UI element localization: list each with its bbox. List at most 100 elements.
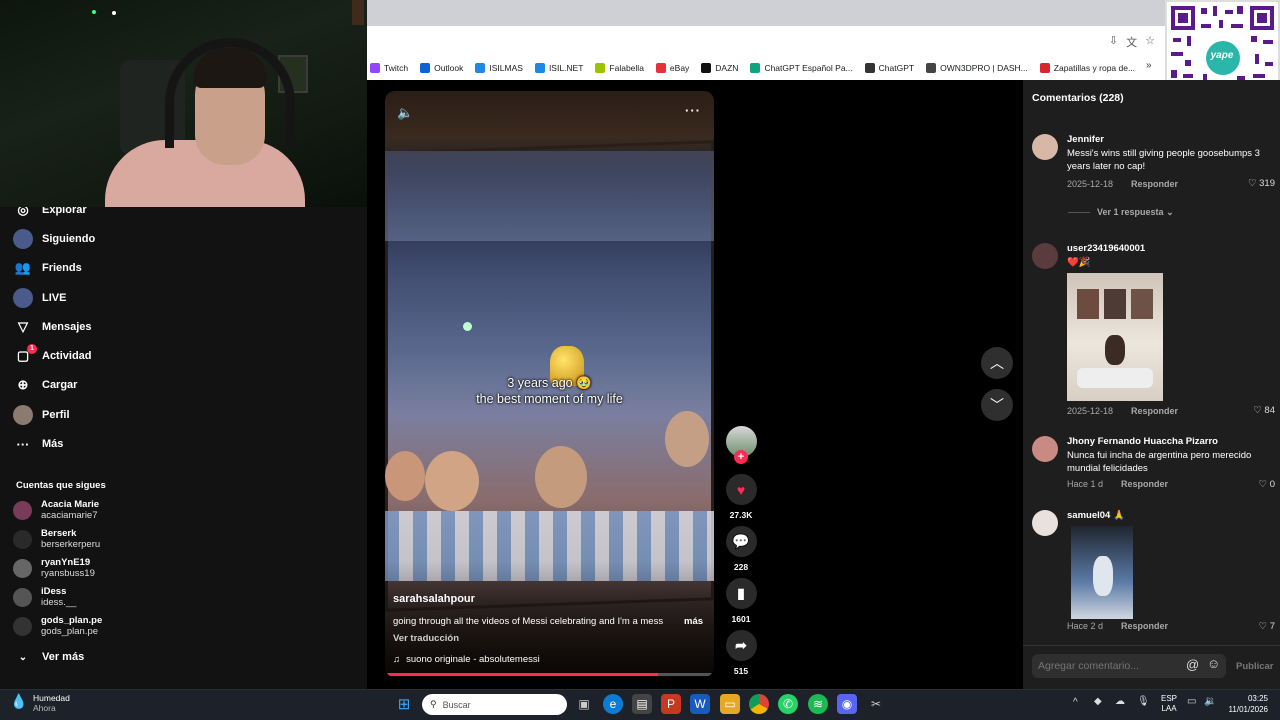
sidebar-item-label: LIVE	[42, 292, 67, 304]
publish-button[interactable]: Publicar	[1236, 661, 1274, 672]
weather-drop-icon[interactable]: 💧	[10, 693, 27, 710]
commenter-name[interactable]: user23419640001	[1067, 243, 1145, 254]
bookmark-star-icon[interactable]: ☆	[1145, 34, 1155, 50]
taskbar-search[interactable]: ⚲ Buscar	[422, 694, 567, 715]
comment-image[interactable]	[1071, 526, 1133, 619]
previous-video-button[interactable]: ︿	[981, 347, 1013, 379]
reply-button[interactable]: Responder	[1121, 621, 1168, 631]
task-view-icon[interactable]: ▣	[574, 694, 594, 714]
bookmark-item[interactable]: Falabella	[595, 63, 644, 73]
next-video-button[interactable]: ﹀	[981, 389, 1013, 421]
bookmark-item[interactable]: ISILMAS	[475, 63, 523, 73]
more-icon: ···	[16, 436, 30, 452]
reply-button[interactable]: Responder	[1121, 479, 1168, 489]
bookmark-item[interactable]: ChatGPT Español Pa...	[750, 63, 853, 73]
commenter-avatar[interactable]	[1032, 510, 1058, 536]
follow-plus-icon[interactable]: +	[734, 450, 748, 464]
clock[interactable]: 03:25 11/01/2026	[1222, 693, 1268, 715]
view-replies-button[interactable]: Ver 1 respuesta ⌄	[1097, 207, 1174, 218]
reply-button[interactable]: Responder	[1131, 406, 1178, 416]
bookmark-item[interactable]: ISIL.NET	[534, 63, 583, 73]
store-icon[interactable]: ▤	[632, 694, 652, 714]
comment-image[interactable]	[1067, 273, 1163, 401]
edge-icon[interactable]: e	[603, 694, 623, 714]
mention-icon[interactable]: @	[1186, 657, 1199, 672]
video-progress-track[interactable]	[385, 673, 714, 676]
windows-start-icon[interactable]: ⊞	[394, 694, 414, 714]
whatsapp-icon[interactable]: ✆	[778, 694, 798, 714]
comment-like-button[interactable]: ♡ 7	[1259, 621, 1275, 632]
commenter-avatar[interactable]	[1032, 436, 1058, 462]
install-icon[interactable]: ⇩	[1109, 34, 1118, 50]
sidebar-item-friends[interactable]: 👥 Friends	[13, 258, 82, 278]
sound-info[interactable]: ♫ suono originale - absolutemessi	[393, 654, 540, 665]
bookmark-item[interactable]: eBay	[655, 63, 689, 73]
sidebar-item-mensajes[interactable]: ▽ Mensajes	[13, 317, 92, 337]
sidebar-item-ms[interactable]: ··· Más	[13, 434, 64, 454]
tray-expand-icon[interactable]: ^	[1073, 697, 1078, 708]
comment-like-button[interactable]: ♡ 0	[1259, 479, 1275, 490]
snipping-tool-icon[interactable]: ✂	[866, 694, 886, 714]
following-name: iDess	[41, 586, 67, 597]
weather-widget[interactable]: Humedad Ahora	[33, 693, 70, 713]
following-account[interactable]: Acacia Marie acaciamarie7	[13, 499, 99, 521]
comments-title: Comentarios	[1032, 92, 1097, 104]
bookmark-item[interactable]: Zapatillas y ropa de...	[1039, 63, 1135, 73]
volume-tray-icon[interactable]: 🔉	[1204, 696, 1216, 707]
following-name: gods_plan.pe	[41, 615, 103, 626]
following-avatar	[13, 616, 32, 636]
onedrive-icon[interactable]: ☁	[1115, 696, 1125, 707]
emoji-icon[interactable]: ☺	[1207, 656, 1220, 671]
more-options-icon[interactable]: ···	[685, 103, 701, 118]
bookmark-label: Twitch	[384, 63, 409, 73]
bookmark-item[interactable]: Outlook	[420, 63, 463, 73]
video-player[interactable]: 3 years ago 🥹 the best moment of my life…	[385, 91, 714, 677]
tray-app-icon[interactable]: ◆	[1094, 696, 1102, 707]
volume-icon[interactable]: 🔈	[397, 105, 413, 121]
commenter-name[interactable]: Jhony Fernando Huaccha Pizarro	[1067, 436, 1218, 447]
bookmark-item[interactable]: Twitch	[370, 63, 408, 73]
comment-button[interactable]: 💬 228	[724, 526, 758, 572]
commenter-avatar[interactable]	[1032, 243, 1058, 269]
commenter-avatar[interactable]	[1032, 134, 1058, 160]
comment-like-button[interactable]: ♡ 319	[1248, 178, 1275, 189]
see-more-button[interactable]: ⌄ Ver más	[13, 647, 84, 667]
commenter-name[interactable]: samuel04 🙏	[1067, 510, 1125, 521]
network-icon[interactable]: ▭	[1187, 696, 1196, 707]
sidebar-item-actividad[interactable]: ▢ Actividad 1	[13, 344, 92, 366]
following-account[interactable]: ryanYnE19 ryansbuss19	[13, 557, 95, 579]
following-account[interactable]: Berserk berserkerperu	[13, 528, 100, 550]
discord-icon[interactable]: ◉	[837, 694, 857, 714]
creator-avatar-button[interactable]: +	[724, 426, 758, 464]
chrome-icon[interactable]	[749, 694, 769, 714]
like-button[interactable]: ♥ 27.3K	[724, 474, 758, 520]
following-account[interactable]: gods_plan.pe gods_plan.pe	[13, 615, 102, 637]
word-icon[interactable]: W	[690, 694, 710, 714]
bookmark-item[interactable]: DAZN	[701, 63, 738, 73]
comment-like-button[interactable]: ♡ 84	[1253, 405, 1275, 416]
following-account[interactable]: iDess idess.__	[13, 586, 76, 608]
heart-icon: ♥	[725, 474, 757, 505]
commenter-name[interactable]: Jennifer	[1067, 134, 1104, 145]
translate-icon[interactable]: 文	[1126, 34, 1137, 50]
file-explorer-icon[interactable]: ▭	[720, 694, 740, 714]
save-count: 1601	[731, 614, 751, 624]
translate-link[interactable]: Ver traducción	[393, 633, 459, 644]
view-replies-label: Ver 1 respuesta	[1097, 207, 1164, 217]
powerpoint-icon[interactable]: P	[661, 694, 681, 714]
video-author[interactable]: sarahsalahpour	[393, 593, 475, 605]
description-more-button[interactable]: más	[684, 616, 703, 627]
spotify-icon[interactable]: ≋	[808, 694, 828, 714]
save-button[interactable]: ▮ 1601	[724, 578, 758, 624]
sidebar-item-cargar[interactable]: ⊕ Cargar	[13, 375, 78, 395]
bookmark-item[interactable]: OWN3DPRO | DASH...	[926, 63, 1028, 73]
share-button[interactable]: ➦ 515	[724, 630, 758, 676]
sidebar-item-siguiendo[interactable]: ● Siguiendo	[13, 229, 95, 249]
bookmarks-overflow-icon[interactable]: »	[1146, 60, 1152, 71]
reply-button[interactable]: Responder	[1131, 179, 1178, 189]
bookmark-item[interactable]: ChatGPT	[864, 63, 914, 73]
sidebar-item-live[interactable]: ● LIVE	[13, 288, 66, 308]
language-indicator[interactable]: ESP LAA	[1161, 694, 1177, 714]
microphone-icon[interactable]: 🎙	[1137, 696, 1150, 707]
sidebar-item-perfil[interactable]: ● Perfil	[13, 405, 70, 425]
